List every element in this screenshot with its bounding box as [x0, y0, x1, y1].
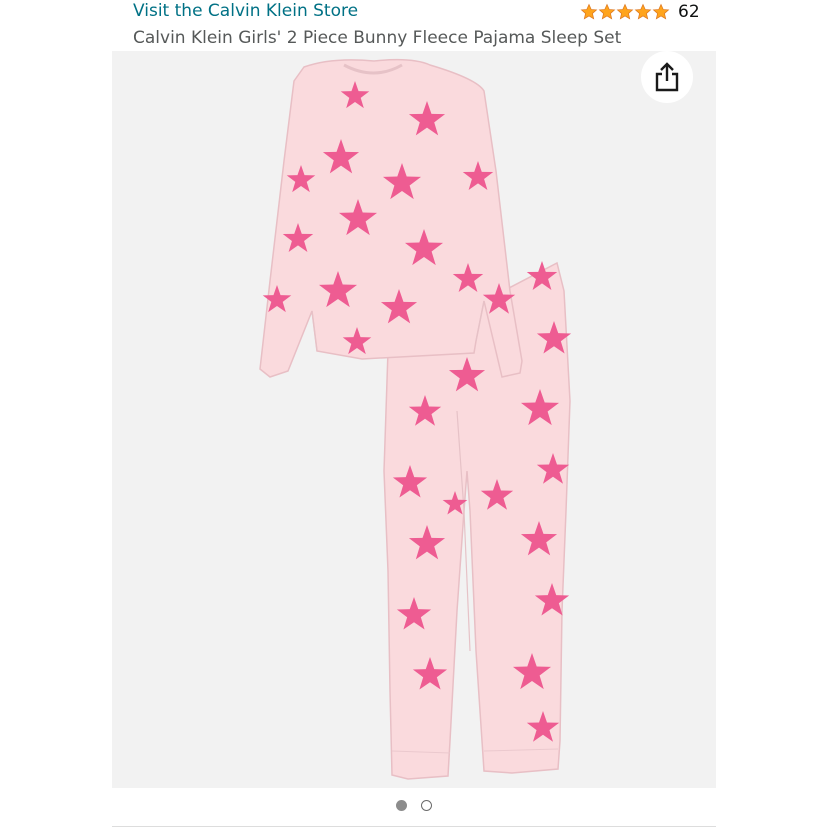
- divider: [112, 826, 716, 827]
- product-image: [112, 51, 716, 788]
- product-image-gallery[interactable]: [112, 51, 716, 788]
- pagination-dot-1[interactable]: [396, 800, 407, 811]
- star-icon: [580, 3, 598, 20]
- store-link[interactable]: Visit the Calvin Klein Store: [133, 1, 358, 21]
- star-rating: [580, 3, 670, 21]
- star-icon: [652, 3, 670, 20]
- product-title: Calvin Klein Girls' 2 Piece Bunny Fleece…: [133, 28, 622, 48]
- star-icon: [598, 3, 616, 20]
- share-icon: [655, 62, 679, 92]
- star-icon: [616, 3, 634, 20]
- pagination-dot-2[interactable]: [421, 800, 432, 811]
- rating-summary[interactable]: 62: [580, 0, 700, 24]
- rating-count: 62: [678, 2, 700, 22]
- product-page: Visit the Calvin Klein Store 62 Calvin K…: [0, 0, 828, 828]
- share-button[interactable]: [641, 51, 693, 103]
- star-icon: [634, 3, 652, 20]
- image-pagination: [0, 800, 828, 811]
